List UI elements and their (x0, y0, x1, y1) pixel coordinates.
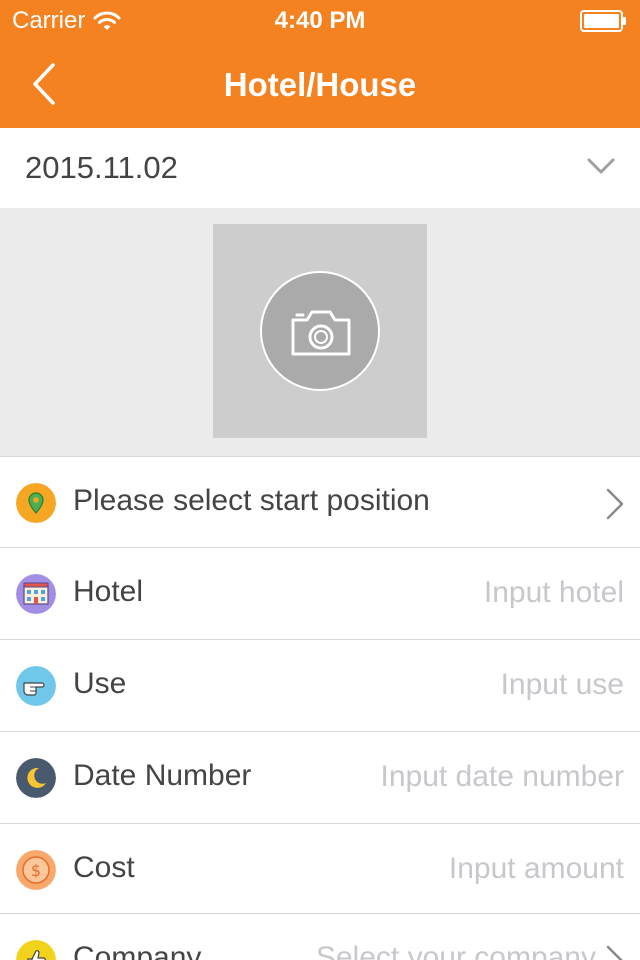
add-photo-button[interactable] (213, 224, 427, 438)
camera-icon (291, 310, 351, 356)
chevron-right-icon (606, 945, 623, 960)
clock-time: 4:40 PM (274, 7, 366, 34)
company-row[interactable]: Company Select your company (0, 913, 640, 960)
camera-circle (260, 271, 380, 391)
use-label: Use (73, 667, 127, 700)
cost-label: Cost (73, 851, 135, 884)
start-position-label: Please select start position (73, 484, 430, 517)
app-header: Carrier 4:40 PM Hotel/House (0, 0, 640, 128)
chevron-right-icon (606, 488, 624, 520)
company-label: Company (73, 941, 202, 960)
svg-text:$: $ (31, 861, 41, 880)
status-bar: Carrier 4:40 PM (0, 0, 640, 40)
hotel-building-icon (16, 574, 56, 614)
thumbs-up-icon (16, 940, 56, 960)
date-number-row: Date Number (0, 731, 640, 823)
photo-area (0, 208, 640, 456)
hotel-row: Hotel (0, 547, 640, 639)
date-number-input[interactable] (284, 754, 624, 800)
pointing-hand-icon (16, 666, 56, 706)
navigation-bar: Hotel/House (0, 40, 640, 128)
page-title: Hotel/House (223, 66, 417, 103)
use-input[interactable] (284, 662, 624, 708)
start-position-row[interactable]: Please select start position (0, 456, 640, 548)
company-select: Select your company (315, 941, 596, 960)
moon-icon (16, 758, 56, 798)
hotel-input[interactable] (284, 570, 624, 616)
cost-input[interactable] (284, 846, 624, 892)
date-selector[interactable]: 2015.11.02 (0, 128, 640, 208)
date-value: 2015.11.02 (25, 150, 178, 185)
location-pin-icon (16, 483, 56, 523)
hotel-label: Hotel (73, 575, 144, 608)
use-row: Use (0, 639, 640, 731)
date-number-label: Date Number (73, 759, 252, 792)
chevron-down-icon (587, 158, 615, 174)
dollar-coin-icon: $ (16, 850, 56, 890)
cost-row: $ Cost (0, 823, 640, 915)
battery-icon (580, 10, 626, 32)
